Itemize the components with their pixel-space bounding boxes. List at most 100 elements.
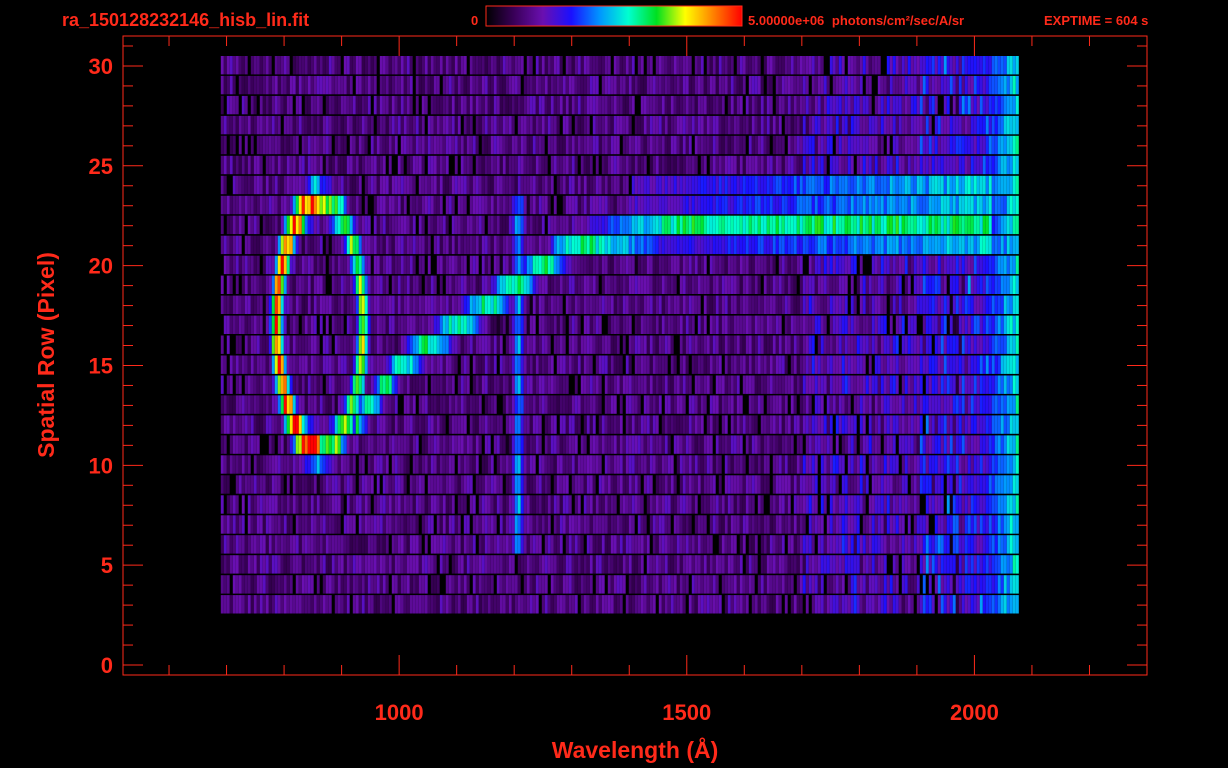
heatmap-cell bbox=[580, 275, 584, 294]
heatmap-cell bbox=[259, 235, 263, 255]
heatmap-cell bbox=[520, 355, 524, 374]
heatmap-cell bbox=[850, 455, 854, 474]
heatmap-cell bbox=[523, 515, 527, 534]
heatmap-cell bbox=[388, 415, 392, 434]
heatmap-cell bbox=[316, 395, 320, 414]
heatmap-cell bbox=[550, 595, 554, 614]
heatmap-cell bbox=[328, 255, 332, 275]
heatmap-cell bbox=[619, 535, 623, 554]
heatmap-cell bbox=[514, 555, 518, 574]
heatmap-cell bbox=[862, 455, 866, 474]
heatmap-cell bbox=[529, 575, 533, 594]
heatmap-cell bbox=[961, 355, 965, 374]
heatmap-cell bbox=[634, 295, 638, 314]
heatmap-cell bbox=[226, 295, 230, 314]
heatmap-cell bbox=[493, 295, 497, 314]
heatmap-cell bbox=[874, 435, 878, 454]
heatmap-cell bbox=[283, 575, 287, 594]
heatmap-cell bbox=[856, 415, 860, 434]
heatmap-cell bbox=[949, 455, 953, 474]
heatmap-cell bbox=[229, 255, 233, 275]
heatmap-cell bbox=[616, 415, 620, 434]
heatmap-cell bbox=[307, 475, 311, 494]
heatmap-cell bbox=[367, 515, 371, 534]
heatmap-cell bbox=[772, 355, 776, 374]
heatmap-cell bbox=[370, 555, 374, 574]
heatmap-cell bbox=[946, 415, 950, 434]
heatmap-cell bbox=[448, 255, 452, 275]
heatmap-cell bbox=[469, 535, 473, 554]
heatmap-cell bbox=[718, 415, 722, 434]
heatmap-cell bbox=[676, 495, 680, 514]
heatmap-cell bbox=[316, 515, 320, 534]
heatmap-cell bbox=[460, 515, 464, 534]
heatmap-cell bbox=[400, 535, 404, 554]
heatmap-cell bbox=[964, 395, 968, 414]
heatmap-cell bbox=[754, 415, 758, 434]
heatmap-cell bbox=[808, 475, 812, 494]
heatmap-cell bbox=[1006, 575, 1010, 594]
heatmap-cell bbox=[871, 415, 875, 434]
heatmap-cell bbox=[592, 275, 596, 294]
heatmap-cell bbox=[868, 415, 872, 434]
heatmap-cell bbox=[223, 535, 227, 554]
heatmap-cell bbox=[904, 475, 908, 494]
heatmap-cell bbox=[898, 335, 902, 354]
heatmap-cell bbox=[853, 375, 857, 394]
heatmap-cell bbox=[499, 335, 503, 354]
heatmap-cell bbox=[709, 515, 713, 534]
heatmap-cell bbox=[727, 515, 731, 534]
heatmap-cell bbox=[481, 375, 485, 394]
heatmap-cell bbox=[463, 495, 467, 514]
heatmap-cell bbox=[685, 535, 689, 554]
heatmap-cell bbox=[256, 395, 260, 414]
heatmap-cell bbox=[400, 395, 404, 414]
heatmap-cell bbox=[628, 235, 632, 255]
heatmap-cell bbox=[622, 335, 626, 354]
heatmap-cell bbox=[277, 295, 281, 314]
heatmap-cell bbox=[403, 355, 407, 374]
heatmap-cell bbox=[343, 255, 347, 275]
heatmap-cell bbox=[283, 335, 287, 354]
heatmap-cell bbox=[679, 595, 683, 614]
heatmap-cell bbox=[292, 575, 296, 594]
heatmap-cell bbox=[262, 475, 266, 494]
heatmap-cell bbox=[973, 295, 977, 314]
heatmap-cell bbox=[493, 555, 497, 574]
heatmap-cell bbox=[370, 535, 374, 554]
heatmap-cell bbox=[301, 455, 305, 474]
heatmap-cell bbox=[604, 435, 608, 454]
heatmap-cell bbox=[925, 295, 929, 314]
heatmap-cell bbox=[937, 335, 941, 354]
heatmap-cell bbox=[574, 575, 578, 594]
heatmap-cell bbox=[859, 315, 863, 334]
heatmap-cell bbox=[301, 435, 305, 454]
heatmap-cell bbox=[454, 515, 458, 534]
heatmap-cell bbox=[970, 375, 974, 394]
heatmap-cell bbox=[250, 355, 254, 374]
heatmap-cell bbox=[355, 335, 359, 354]
heatmap-cell bbox=[976, 375, 980, 394]
heatmap-cell bbox=[814, 235, 818, 255]
heatmap-cell bbox=[547, 255, 551, 275]
heatmap-cell bbox=[901, 535, 905, 554]
heatmap-cell bbox=[679, 295, 683, 314]
heatmap-cell bbox=[451, 255, 455, 275]
heatmap-cell bbox=[979, 415, 983, 434]
heatmap-cell bbox=[775, 435, 779, 454]
heatmap-cell bbox=[841, 555, 845, 574]
heatmap-cell bbox=[757, 535, 761, 554]
heatmap-cell bbox=[787, 475, 791, 494]
heatmap-cell bbox=[622, 495, 626, 514]
heatmap-cell bbox=[1003, 375, 1007, 394]
heatmap-cell bbox=[934, 375, 938, 394]
heatmap-cell bbox=[325, 575, 329, 594]
heatmap-cell bbox=[517, 295, 521, 314]
heatmap-cell bbox=[871, 315, 875, 334]
heatmap-cell bbox=[934, 595, 938, 614]
heatmap-cell bbox=[526, 535, 530, 554]
heatmap-cell bbox=[445, 315, 449, 334]
heatmap-cell bbox=[634, 275, 638, 294]
heatmap-cell bbox=[619, 555, 623, 574]
heatmap-cell bbox=[835, 435, 839, 454]
